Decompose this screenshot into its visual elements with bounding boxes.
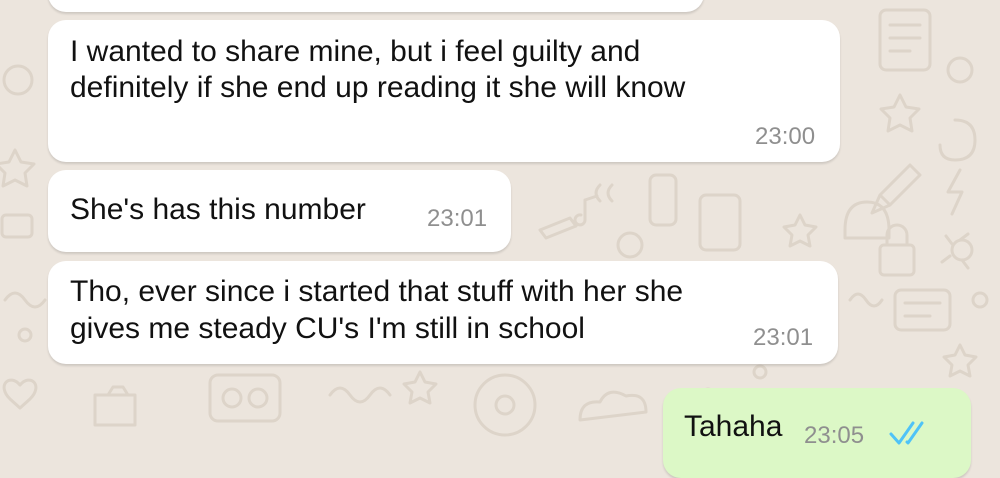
wallpaper-doodle-gear-center [950, 238, 974, 262]
wallpaper-doodle-tape [208, 373, 282, 423]
wallpaper-doodle-star [782, 213, 818, 248]
wallpaper-doodle-cloud [578, 390, 648, 422]
wallpaper-doodle-circle [946, 56, 974, 84]
wallpaper-doodle-dot [752, 364, 768, 380]
wallpaper-doodle-reel [247, 387, 269, 409]
wallpaper-doodle-card [893, 288, 952, 332]
wallpaper-doodle-wave [3, 291, 47, 309]
message-timestamp: 23:01 [427, 205, 488, 232]
wallpaper-doodle-camera [93, 385, 137, 427]
message-bubble-incoming[interactable]: She's has this number 23:01 [48, 170, 511, 252]
wallpaper-doodle-lines [903, 301, 942, 318]
wallpaper-doodle-phone [648, 173, 678, 227]
wallpaper-doodle-bolt [946, 168, 964, 216]
wallpaper-doodle-star [942, 343, 978, 378]
message-text: Tahaha [684, 410, 783, 443]
wallpaper-doodle-circle [2, 64, 34, 96]
wallpaper-doodle-box [0, 213, 34, 239]
wallpaper-doodle-camera-lens [616, 231, 644, 259]
message-text: gives me steady CU's I'm still in school [70, 312, 585, 345]
wallpaper-doodle-vinyl-center [494, 394, 516, 416]
message-timestamp: 23:00 [755, 123, 816, 150]
message-timestamp: 23:01 [753, 324, 814, 351]
message-text: I wanted to share mine, but i feel guilt… [70, 35, 641, 68]
wallpaper-doodle-vinyl [473, 373, 537, 437]
message-bubble-incoming[interactable]: I wanted to share mine, but i feel guilt… [48, 20, 840, 162]
wallpaper-doodle-swirl [938, 118, 977, 162]
wallpaper-doodle-dot [17, 327, 33, 343]
wallpaper-doodle-heart [2, 378, 38, 410]
wallpaper-doodle-dot [971, 291, 989, 309]
wallpaper-doodle-device [698, 193, 742, 252]
message-text: Tho, ever since i started that stuff wit… [70, 275, 684, 308]
message-bubble-outgoing[interactable]: Tahaha 23:05 [663, 388, 971, 478]
wallpaper-doodle-bell [843, 200, 891, 240]
wallpaper-doodle-note [573, 194, 599, 227]
double-check-icon [889, 421, 924, 445]
message-timestamp: 23:05 [804, 422, 865, 449]
wallpaper-doodle-lock [878, 243, 916, 277]
message-text: She's has this number [70, 193, 366, 226]
wallpaper-doodle-lines [888, 23, 922, 53]
wallpaper-doodle-quote [594, 183, 614, 203]
wallpaper-doodle-wave [328, 386, 392, 404]
wallpaper-doodle-wave [848, 292, 884, 308]
wallpaper-doodle-reel [221, 387, 243, 409]
wallpaper-doodle-notebook [878, 8, 932, 72]
wallpaper-doodle-pencil [538, 216, 578, 240]
message-bubble-incoming[interactable]: Tho, ever since i started that stuff wit… [48, 261, 838, 364]
message-text: definitely if she end up reading it she … [70, 71, 686, 104]
wallpaper-doodle-star [0, 148, 36, 188]
wallpaper-doodle-star [402, 370, 438, 405]
wallpaper-doodle-star [879, 93, 921, 133]
message-bubble-partial [48, 0, 704, 12]
